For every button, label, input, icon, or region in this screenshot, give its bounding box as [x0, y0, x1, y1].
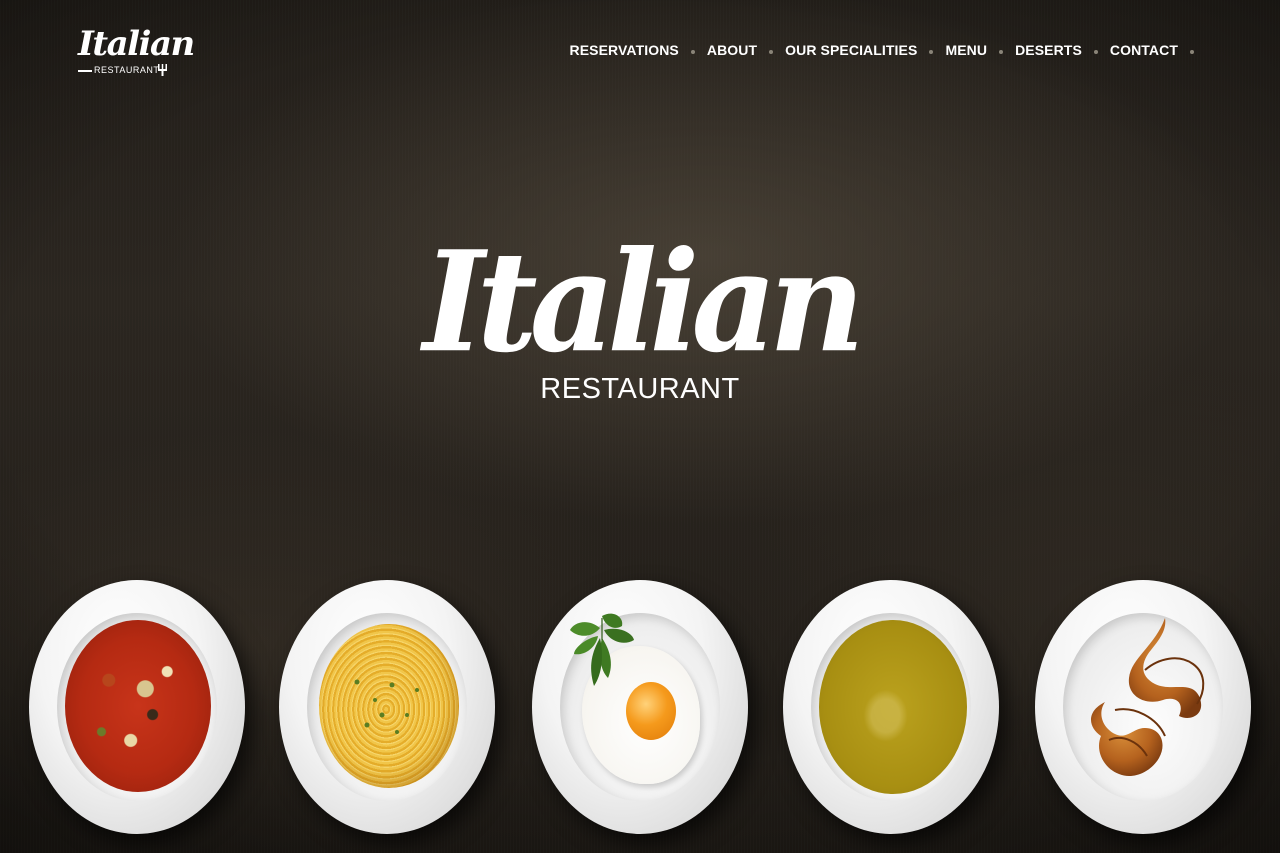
minestrone-soup-image	[65, 620, 211, 792]
plate-minestrone-soup	[29, 580, 245, 834]
nav-separator-dot	[769, 50, 774, 54]
plate-cream-soup	[783, 580, 999, 834]
site-logo[interactable]: Italian RESTAURANT	[78, 24, 195, 78]
hero-title: Italian	[422, 221, 865, 384]
nav-separator-dot	[1093, 50, 1098, 54]
main-nav: RESERVATIONS ABOUT OUR SPECIALITIES MENU…	[570, 40, 1194, 60]
logo-script-text: Italian	[78, 24, 195, 64]
nav-item-contact[interactable]: CONTACT	[1110, 42, 1178, 58]
logo-fork-icon	[158, 64, 167, 76]
basil-leaf-icon	[570, 613, 634, 686]
plate-croissants	[1035, 580, 1251, 834]
plate-spaghetti	[279, 580, 495, 834]
herb-garnish-icon	[354, 679, 419, 734]
hero-subtitle: RESTAURANT	[540, 373, 740, 405]
logo-knife-icon	[78, 70, 92, 72]
logo-sub-text: RESTAURANT	[94, 65, 160, 75]
nav-separator-dot	[1190, 50, 1194, 54]
nav-item-menu[interactable]: MENU	[945, 42, 987, 58]
nav-separator-dot	[690, 50, 695, 54]
nav-separator-dot	[999, 50, 1004, 54]
croissant-image	[1091, 618, 1205, 777]
nav-item-our-specialities[interactable]: OUR SPECIALITIES	[785, 42, 917, 58]
nav-item-about[interactable]: ABOUT	[707, 42, 757, 58]
nav-item-deserts[interactable]: DESERTS	[1015, 42, 1082, 58]
nav-separator-dot	[929, 50, 934, 54]
nav-item-reservations[interactable]: RESERVATIONS	[570, 42, 679, 58]
plate-fried-egg	[532, 580, 748, 834]
cream-soup-image	[819, 620, 967, 794]
